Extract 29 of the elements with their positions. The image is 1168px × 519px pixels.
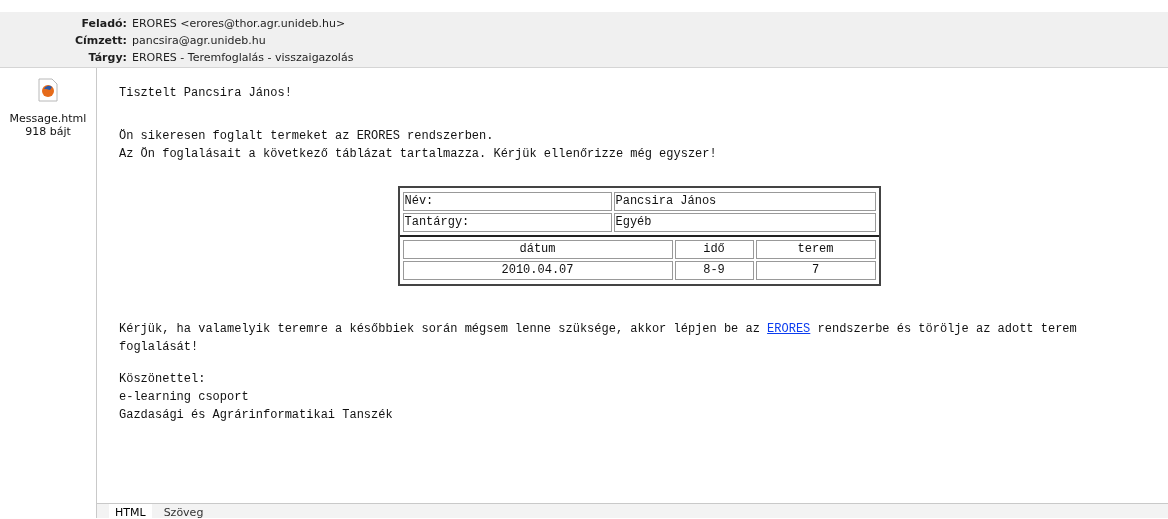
signature-text: Köszönettel:: [119, 371, 207, 388]
field-label: Feladó:: [80, 17, 128, 30]
table-cell: 2010.04.07: [402, 261, 673, 280]
table-cell: Név:: [402, 192, 612, 211]
signature-text: e-learning csoport: [119, 389, 250, 406]
attachment-name[interactable]: Message.html: [9, 112, 87, 125]
view-tab[interactable]: Szöveg: [157, 504, 210, 518]
field-value: ERORES - Teremfoglalás - visszaigazolás: [132, 51, 354, 64]
body-text: Ön sikeresen foglalt termeket az ERORES rendszerben.: [119, 128, 495, 145]
table-header-cell: dátum: [402, 240, 673, 259]
notice-paragraph: Kérjük, ha valamelyik teremre a későbbiek során mégsem lenne szüksége, akkor lépjen be az ERORES rendszerbe és törölje az adott terem foglalását!: [119, 321, 1078, 356]
field-value: pancsira@agr.unideb.hu: [132, 34, 266, 47]
field-value: ERORES <erores@thor.agr.unideb.hu>: [132, 17, 346, 30]
body-text: Az Ön foglalásait a következő táblázat tartalmazza. Kérjük ellenőrizze még egyszer!: [119, 146, 718, 163]
signature-text: Gazdasági és Agrárinformatikai Tanszék: [119, 407, 394, 424]
table-cell: Tantárgy:: [402, 213, 612, 232]
table-cell: Pancsira János: [613, 192, 876, 211]
view-tab[interactable]: HTML: [109, 504, 152, 518]
html-file-icon[interactable]: [38, 78, 58, 102]
table-header-cell: terem: [755, 240, 876, 259]
attachment-size: 918 bájt: [25, 125, 71, 138]
table-cell: 7: [755, 261, 876, 280]
table-header-cell: idő: [674, 240, 754, 259]
field-label: Tárgy:: [87, 51, 128, 64]
erores-link[interactable]: ERORES: [767, 322, 811, 336]
greeting-text: Tisztelt Pancsira János!: [119, 85, 293, 102]
table-cell: Egyéb: [613, 213, 876, 232]
table-cell: 8-9: [674, 261, 754, 280]
field-label: Címzett:: [73, 34, 128, 47]
